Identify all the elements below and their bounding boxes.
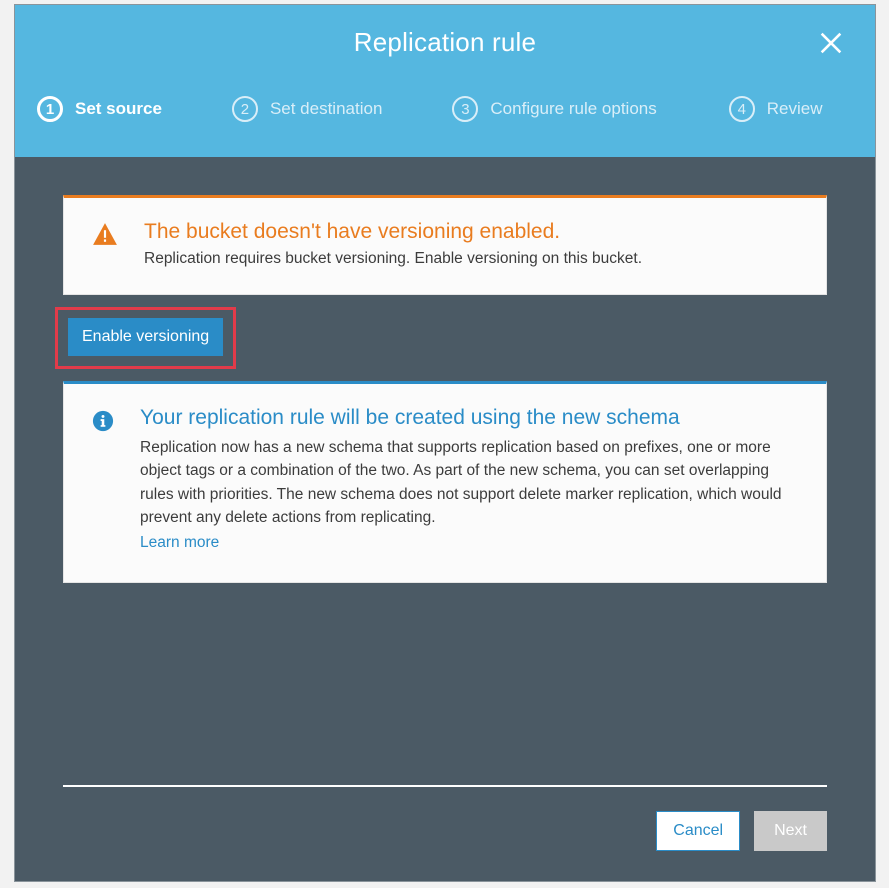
- step-number: 2: [232, 96, 258, 122]
- dialog-title: Replication rule: [15, 27, 875, 58]
- close-button[interactable]: [817, 29, 845, 57]
- warning-title: The bucket doesn't have versioning enabl…: [144, 220, 642, 244]
- step-label: Set source: [75, 99, 162, 119]
- info-card: Your replication rule will be created us…: [63, 381, 827, 583]
- footer-buttons: Cancel Next: [63, 811, 827, 851]
- info-content: Your replication rule will be created us…: [140, 406, 798, 554]
- warning-content: The bucket doesn't have versioning enabl…: [144, 220, 642, 268]
- wizard-steps: 1 Set source 2 Set destination 3 Configu…: [15, 96, 875, 122]
- step-configure-rule-options[interactable]: 3 Configure rule options: [452, 96, 656, 122]
- next-button: Next: [754, 811, 827, 851]
- dialog-footer: Cancel Next: [63, 785, 827, 851]
- warning-card: The bucket doesn't have versioning enabl…: [63, 195, 827, 295]
- footer-divider: [63, 785, 827, 787]
- step-number: 4: [729, 96, 755, 122]
- cancel-button[interactable]: Cancel: [656, 811, 740, 851]
- enable-versioning-highlight: Enable versioning: [55, 307, 236, 369]
- enable-versioning-button[interactable]: Enable versioning: [68, 318, 223, 356]
- warning-icon: [92, 222, 118, 268]
- warning-description: Replication requires bucket versioning. …: [144, 250, 642, 268]
- learn-more-link[interactable]: Learn more: [140, 531, 219, 554]
- step-number: 3: [452, 96, 478, 122]
- dialog-header: Replication rule 1 Set source 2 Set dest…: [15, 5, 875, 157]
- step-set-source[interactable]: 1 Set source: [37, 96, 162, 122]
- info-icon: [92, 410, 114, 554]
- close-icon: [817, 29, 845, 57]
- info-description-text: Replication now has a new schema that su…: [140, 439, 782, 526]
- step-label: Review: [767, 99, 823, 119]
- step-review[interactable]: 4 Review: [729, 96, 823, 122]
- step-label: Set destination: [270, 99, 382, 119]
- step-label: Configure rule options: [490, 99, 656, 119]
- info-title: Your replication rule will be created us…: [140, 406, 798, 430]
- replication-rule-dialog: Replication rule 1 Set source 2 Set dest…: [14, 4, 876, 882]
- step-number: 1: [37, 96, 63, 122]
- info-description: Replication now has a new schema that su…: [140, 436, 798, 554]
- step-set-destination[interactable]: 2 Set destination: [232, 96, 382, 122]
- dialog-body: The bucket doesn't have versioning enabl…: [15, 157, 875, 583]
